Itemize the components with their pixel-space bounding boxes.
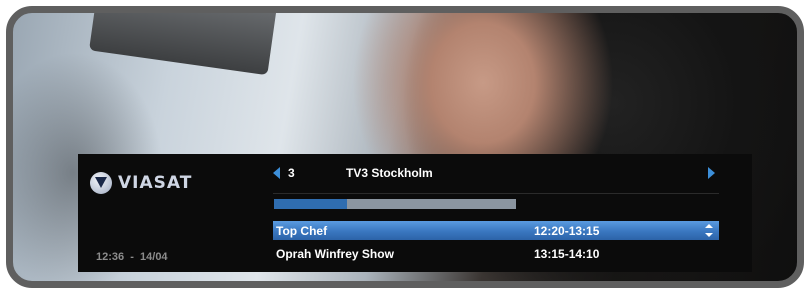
next-channel-icon[interactable] bbox=[708, 167, 715, 179]
brand-name: VIASAT bbox=[118, 173, 193, 193]
program-progress-bar bbox=[274, 199, 516, 209]
program-progress-fill bbox=[274, 199, 347, 209]
previous-channel-icon[interactable] bbox=[273, 167, 280, 179]
program-time: 12:20-13:15 bbox=[534, 223, 600, 238]
program-title: Top Chef bbox=[276, 223, 328, 238]
channel-selector[interactable]: 3 TV3 Stockholm bbox=[273, 164, 719, 182]
channel-number: 3 bbox=[288, 166, 295, 180]
viasat-logo: VIASAT bbox=[90, 172, 192, 194]
channel-name: TV3 Stockholm bbox=[346, 166, 433, 180]
scroll-up-down-icon[interactable] bbox=[705, 224, 713, 237]
divider bbox=[273, 193, 719, 194]
screen-frame: VIASAT 12:36 - 14/04 3 TV3 Stockholm Top… bbox=[0, 0, 812, 294]
clock-date: 12:36 - 14/04 bbox=[96, 251, 168, 263]
program-row[interactable]: Oprah Winfrey Show 13:15-14:10 bbox=[273, 244, 719, 263]
program-row-selected[interactable]: Top Chef 12:20-13:15 bbox=[273, 221, 719, 240]
viasat-logo-icon bbox=[90, 172, 112, 194]
program-title: Oprah Winfrey Show bbox=[276, 246, 394, 261]
program-time: 13:15-14:10 bbox=[534, 246, 600, 261]
